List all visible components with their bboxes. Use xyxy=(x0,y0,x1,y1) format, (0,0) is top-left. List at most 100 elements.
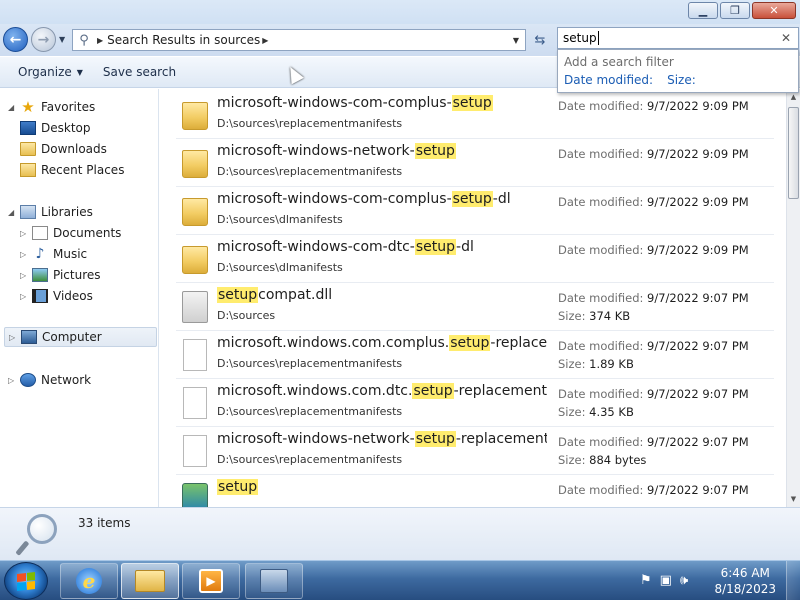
date-modified-value: 9/7/2022 9:09 PM xyxy=(647,99,749,113)
result-name[interactable]: setup xyxy=(217,479,259,495)
minimize-button[interactable]: ▁ xyxy=(688,2,718,19)
address-bar[interactable]: ⚲ ▶ Search Results in sources ▶ ▼ xyxy=(72,29,526,51)
network-status-icon[interactable]: ▣ xyxy=(660,573,672,588)
expanded-arrow-icon[interactable]: ◢ xyxy=(8,208,18,217)
collapsed-arrow-icon[interactable]: ▷ xyxy=(8,376,18,385)
size-label: Size: xyxy=(558,357,586,371)
result-date-modified: Date modified: 9/7/2022 9:07 PM xyxy=(558,339,749,353)
result-name[interactable]: microsoft.windows.com.dtc.setup-replacem… xyxy=(217,383,547,399)
result-name[interactable]: setupcompat.dll xyxy=(217,287,332,303)
address-dropdown-icon[interactable]: ▼ xyxy=(513,36,519,45)
nav-favorites-label: Favorites xyxy=(41,100,96,114)
clock-date: 8/18/2023 xyxy=(714,582,776,596)
forward-arrow-icon: → xyxy=(37,31,50,48)
volume-muted-icon[interactable]: 🕪 xyxy=(680,573,688,588)
window-controls: ▁ ❐ ✕ xyxy=(688,2,796,19)
search-input[interactable]: setup ✕ xyxy=(557,27,799,49)
collapsed-arrow-icon[interactable]: ▷ xyxy=(9,333,19,342)
collapsed-arrow-icon[interactable]: ▷ xyxy=(20,250,30,259)
search-hit-highlight: setup xyxy=(217,287,259,303)
nav-libraries-label: Libraries xyxy=(41,205,93,219)
filter-date-modified-link[interactable]: Date modified: xyxy=(564,73,653,87)
result-name-prefix: microsoft.windows.com.dtc. xyxy=(217,383,413,399)
result-row[interactable]: microsoft.windows.com.dtc.setup-replacem… xyxy=(176,379,774,427)
save-search-label: Save search xyxy=(102,65,177,79)
save-search-button[interactable]: Save search xyxy=(93,65,186,79)
expanded-arrow-icon[interactable]: ◢ xyxy=(8,103,18,112)
nav-computer[interactable]: ▷ Computer xyxy=(4,327,157,347)
result-row[interactable]: setup Date modified: 9/7/2022 9:07 PM xyxy=(176,475,774,507)
nav-recent-places[interactable]: Recent Places xyxy=(20,160,124,180)
result-name[interactable]: microsoft-windows-network-setup-replacem… xyxy=(217,431,547,447)
clear-search-icon[interactable]: ✕ xyxy=(781,31,791,45)
star-icon: ★ xyxy=(21,98,35,116)
result-name[interactable]: microsoft-windows-com-complus-setup xyxy=(217,95,493,111)
refresh-button[interactable]: ⇆ xyxy=(529,29,551,51)
scroll-thumb[interactable] xyxy=(788,107,799,199)
collapsed-arrow-icon[interactable]: ▷ xyxy=(20,229,30,238)
collapsed-arrow-icon[interactable]: ▷ xyxy=(20,292,30,301)
nav-favorites[interactable]: ◢ ★ Favorites xyxy=(8,97,95,117)
nav-network[interactable]: ▷ Network xyxy=(8,370,91,390)
breadcrumb-separator-icon[interactable]: ▶ xyxy=(97,36,103,45)
date-modified-value: 9/7/2022 9:07 PM xyxy=(647,339,749,353)
show-desktop-button[interactable] xyxy=(786,561,800,600)
nav-desktop[interactable]: Desktop xyxy=(20,118,91,138)
nav-pictures[interactable]: ▷ Pictures xyxy=(20,265,101,285)
result-row[interactable]: microsoft-windows-network-setup D:\source… xyxy=(176,139,774,187)
nav-documents[interactable]: ▷ Documents xyxy=(20,223,121,243)
result-name[interactable]: microsoft.windows.com.complus.setup-repl… xyxy=(217,335,547,351)
organize-button[interactable]: Organize ▼ xyxy=(0,65,93,79)
search-hit-highlight: setup xyxy=(449,335,491,351)
nav-downloads[interactable]: Downloads xyxy=(20,139,107,159)
result-path: D:\sources xyxy=(217,309,276,322)
result-date-modified: Date modified: 9/7/2022 9:09 PM xyxy=(558,147,749,161)
collapsed-arrow-icon[interactable]: ▷ xyxy=(20,271,30,280)
taskbar-media-player[interactable]: ▶ xyxy=(182,563,240,599)
date-modified-value: 9/7/2022 9:09 PM xyxy=(647,243,749,257)
result-row[interactable]: microsoft.windows.com.complus.setup-repl… xyxy=(176,331,774,379)
result-path: D:\sources\replacementmanifests xyxy=(217,453,403,466)
nav-videos[interactable]: ▷ Videos xyxy=(20,286,93,306)
breadcrumb-search-results[interactable]: Search Results in sources xyxy=(107,33,260,47)
folder-icon xyxy=(182,246,208,274)
start-button[interactable] xyxy=(4,562,48,600)
size-label: Size: xyxy=(558,453,586,467)
filter-size-link[interactable]: Size: xyxy=(667,73,696,87)
result-row[interactable]: setupcompat.dll D:\sources Date modified: … xyxy=(176,283,774,331)
recent-pages-dropdown[interactable]: ▼ xyxy=(59,35,65,44)
nav-libraries[interactable]: ◢ Libraries xyxy=(8,202,93,222)
nav-music[interactable]: ▷ ♪ Music xyxy=(20,244,87,264)
result-row[interactable]: microsoft-windows-com-complus-setup D:\so… xyxy=(176,91,774,139)
back-button[interactable]: ← xyxy=(3,27,28,52)
result-row[interactable]: microsoft-windows-com-complus-setup-dl D:… xyxy=(176,187,774,235)
close-button[interactable]: ✕ xyxy=(752,2,796,19)
file-icon xyxy=(183,387,207,419)
window-caption: ▁ ❐ ✕ xyxy=(0,0,800,26)
result-name[interactable]: microsoft-windows-com-complus-setup-dl xyxy=(217,191,511,207)
search-hit-highlight: setup xyxy=(414,239,457,255)
taskbar-setup[interactable] xyxy=(245,563,303,599)
clock-time: 6:46 AM xyxy=(720,566,770,580)
search-hit-highlight: setup xyxy=(414,143,456,159)
search-query[interactable]: setup xyxy=(563,31,597,45)
size-value: 1.89 KB xyxy=(589,357,634,371)
breadcrumb-separator-icon[interactable]: ▶ xyxy=(262,36,268,45)
taskbar-windows-explorer[interactable] xyxy=(121,563,179,599)
system-tray: ⚑ ▣ 🕪 xyxy=(640,573,688,588)
taskbar-internet-explorer[interactable]: e xyxy=(60,563,118,599)
scroll-down-icon[interactable]: ▼ xyxy=(787,492,800,506)
videos-icon xyxy=(32,289,48,303)
result-name-suffix: -dl xyxy=(456,239,474,255)
restore-button[interactable]: ❐ xyxy=(720,2,750,19)
date-modified-value: 9/7/2022 9:07 PM xyxy=(647,483,749,497)
action-center-flag-icon[interactable]: ⚑ xyxy=(640,573,652,588)
forward-button[interactable]: → xyxy=(31,27,56,52)
result-row[interactable]: microsoft-windows-com-dtc-setup-dl D:\sou… xyxy=(176,235,774,283)
results-scrollbar[interactable]: ▲ ▼ xyxy=(786,89,800,507)
result-row[interactable]: microsoft-windows-network-setup-replacem… xyxy=(176,427,774,475)
clock[interactable]: 6:46 AM 8/18/2023 xyxy=(714,565,776,597)
result-name[interactable]: microsoft-windows-com-dtc-setup-dl xyxy=(217,239,474,255)
result-name[interactable]: microsoft-windows-network-setup xyxy=(217,143,456,159)
chevron-down-icon: ▼ xyxy=(76,67,83,77)
